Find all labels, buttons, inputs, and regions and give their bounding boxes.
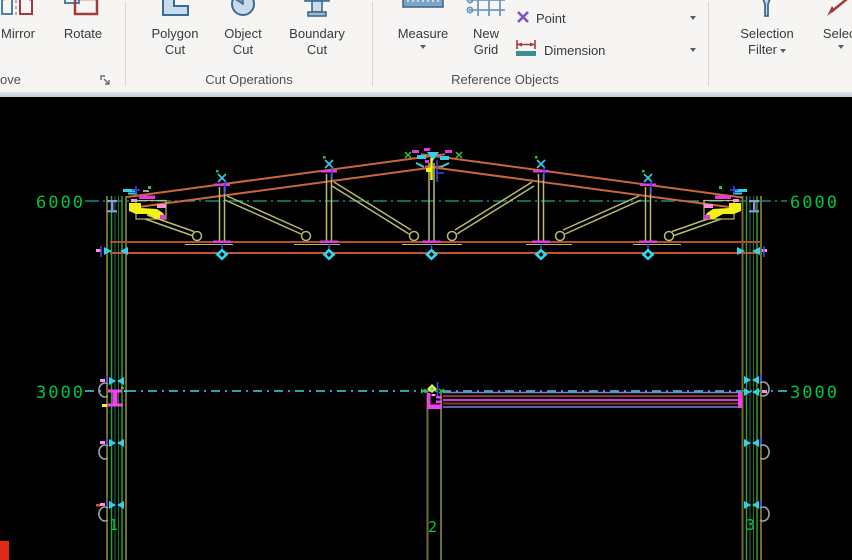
- polygon-cut-label: Polygon Cut: [143, 26, 207, 58]
- ribbon: Mirror Rotate ove Polygon Cut: [0, 0, 852, 92]
- purlin-marker: [640, 170, 656, 194]
- select-button[interactable]: Select: [812, 0, 852, 49]
- new-grid-icon: [460, 0, 512, 20]
- measure-label: Measure: [394, 26, 452, 42]
- purlin-marker: [321, 156, 337, 180]
- boundary-cut-button[interactable]: Boundary Cut: [279, 0, 355, 58]
- dimension-dropdown-caret[interactable]: [690, 48, 696, 52]
- new-grid-button[interactable]: New Grid: [460, 0, 512, 58]
- move-group-label: ove: [0, 72, 21, 87]
- object-cut-icon: [213, 0, 273, 20]
- node-marker: [423, 241, 441, 261]
- selection-filter-icon: [732, 0, 802, 20]
- new-grid-label: New Grid: [460, 26, 512, 58]
- cut-operations-group-label: Cut Operations: [205, 72, 292, 87]
- dimension-button[interactable]: Dimension: [516, 38, 702, 62]
- mirror-label: Mirror: [0, 26, 46, 42]
- corner-red-mark: [0, 541, 9, 560]
- grid-label-2[interactable]: 2: [428, 518, 437, 536]
- eave-connection-left[interactable]: [123, 186, 166, 219]
- column-left-connection-markers[interactable]: [96, 375, 124, 521]
- point-button[interactable]: Point: [516, 6, 702, 30]
- mirror-button[interactable]: Mirror: [0, 0, 46, 42]
- select-icon: [812, 0, 852, 20]
- dim-6000-right[interactable]: 6000: [790, 193, 839, 213]
- grid-label-3[interactable]: 3: [746, 516, 755, 534]
- polygon-cut-button[interactable]: Polygon Cut: [143, 0, 207, 58]
- group-separator: [125, 2, 126, 86]
- connection-marker: [744, 388, 767, 396]
- boundary-cut-icon: [279, 0, 355, 20]
- grid-label-1[interactable]: 1: [109, 516, 118, 534]
- selection-filter-caret[interactable]: [780, 49, 786, 53]
- mezzanine-beam[interactable]: [443, 392, 742, 408]
- dim-3000-left[interactable]: 3000: [36, 383, 85, 403]
- bottom-chord-node-markers[interactable]: [213, 241, 657, 261]
- measure-icon: [394, 0, 452, 20]
- truss-diagonals[interactable]: [145, 182, 721, 245]
- select-label: Select: [812, 26, 852, 42]
- object-cut-label: Object Cut: [213, 26, 273, 58]
- dimension-label: Dimension: [544, 43, 605, 58]
- mirror-icon: [0, 0, 46, 20]
- polygon-cut-icon: [143, 0, 207, 20]
- cad-viewport[interactable]: 6000 6000 3000 3000: [0, 97, 852, 560]
- truss-posts[interactable]: [220, 163, 651, 242]
- point-icon: [516, 10, 530, 27]
- rotate-icon: [55, 0, 111, 20]
- measure-button[interactable]: Measure: [394, 0, 452, 49]
- dialog-launcher-icon[interactable]: [100, 74, 112, 86]
- select-dropdown-caret[interactable]: [838, 45, 844, 49]
- purlin-marker: [533, 156, 549, 180]
- truss-bottom-chord[interactable]: [110, 242, 760, 253]
- rotate-button[interactable]: Rotate: [55, 0, 111, 42]
- node-marker: [320, 241, 338, 261]
- cad-drawing: 6000 6000 3000 3000: [0, 97, 852, 560]
- point-label: Point: [536, 11, 566, 26]
- boundary-cut-label: Boundary Cut: [279, 26, 355, 58]
- dim-6000-left[interactable]: 6000: [36, 193, 85, 213]
- measure-dropdown-caret[interactable]: [420, 45, 426, 49]
- dim-3000-right[interactable]: 3000: [790, 383, 839, 403]
- reference-objects-group-label: Reference Objects: [451, 72, 559, 87]
- node-marker: [639, 241, 657, 261]
- purlin-marker: [214, 170, 230, 194]
- node-marker: [532, 241, 550, 261]
- selection-filter-button[interactable]: Selection Filter: [732, 0, 802, 58]
- rotate-label: Rotate: [55, 26, 111, 42]
- group-separator: [708, 2, 709, 86]
- group-separator: [372, 2, 373, 86]
- eave-connection-right[interactable]: [704, 186, 747, 219]
- dimension-icon: [516, 40, 538, 61]
- object-cut-button[interactable]: Object Cut: [213, 0, 273, 58]
- node-marker: [213, 241, 231, 261]
- point-dropdown-caret[interactable]: [690, 16, 696, 20]
